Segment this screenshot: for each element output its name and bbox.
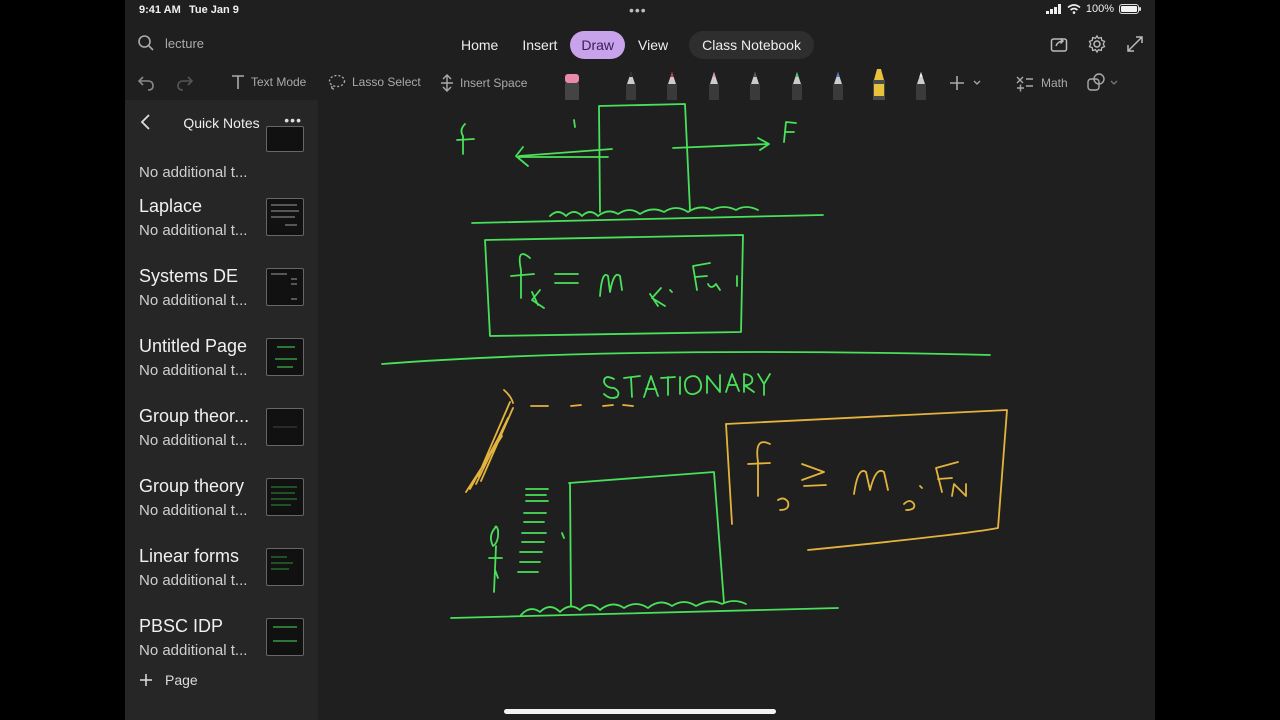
search-icon xyxy=(138,35,154,51)
text-mode-label: Text Mode xyxy=(251,75,307,89)
add-page-label: Page xyxy=(165,672,198,688)
lasso-select-label: Lasso Select xyxy=(352,75,421,89)
page-thumbnail xyxy=(266,268,304,306)
search-query: lecture xyxy=(165,35,205,51)
expand-fullscreen-icon[interactable] xyxy=(1125,34,1145,54)
lasso-icon xyxy=(328,74,346,90)
page-thumbnail xyxy=(266,198,304,236)
ribbon-tabs: Home Insert Draw View Class Notebook xyxy=(450,31,814,59)
math-button[interactable]: Math xyxy=(1015,74,1068,92)
insert-space-icon xyxy=(441,74,453,92)
draw-toolbar: Text Mode Lasso Select Insert Space Math xyxy=(125,66,1155,100)
pen-white-icon[interactable] xyxy=(911,70,931,100)
stationary-heading xyxy=(603,373,771,399)
status-indicators: 100% xyxy=(1045,3,1141,15)
page-title: Systems DE xyxy=(139,266,239,286)
page-item-pbsc-idp[interactable]: PBSC IDP No additional t... xyxy=(125,604,318,674)
thumbnail-scribble xyxy=(273,626,297,642)
page-title: PBSC IDP xyxy=(139,616,224,636)
static-friction-diagram xyxy=(450,471,839,619)
status-bar: 9:41 AM Tue Jan 9 ••• 100% xyxy=(125,0,1155,22)
page-thumbnail xyxy=(266,548,304,586)
page-item-laplace[interactable]: Laplace No additional t... xyxy=(125,184,318,254)
page-thumbnail xyxy=(266,338,304,376)
page-thumbnail xyxy=(266,408,304,446)
text-mode-button[interactable]: Text Mode xyxy=(231,74,306,90)
thumbnail-scribble xyxy=(273,426,297,428)
page-list-sidebar: Quick Notes ••• No additional t... Lapla… xyxy=(125,100,318,720)
settings-gear-icon[interactable] xyxy=(1087,34,1107,54)
page-title: Laplace xyxy=(139,196,203,216)
page-preview-text: No additional t... xyxy=(139,642,248,659)
tab-draw[interactable]: Draw xyxy=(570,31,626,59)
battery-percent: 100% xyxy=(1085,3,1114,15)
page-item-systems-de[interactable]: Systems DE No additional t... xyxy=(125,254,318,324)
pen-pink-icon[interactable] xyxy=(704,70,724,100)
battery-icon xyxy=(1119,4,1141,14)
thumbnail-scribble xyxy=(271,204,299,226)
tab-insert[interactable]: Insert xyxy=(511,31,568,59)
page-preview-text: No additional t... xyxy=(139,432,248,449)
page-preview-text: No additional t... xyxy=(139,572,248,589)
insert-space-label: Insert Space xyxy=(460,76,528,90)
multitasking-dots-icon[interactable]: ••• xyxy=(629,2,647,18)
page-title: Group theory xyxy=(139,476,245,496)
tab-home[interactable]: Home xyxy=(450,31,509,59)
wifi-icon xyxy=(1067,4,1081,14)
eraser-icon[interactable] xyxy=(562,70,582,100)
math-icon xyxy=(1016,76,1033,92)
thumbnail-scribble xyxy=(271,273,297,300)
page-title: Untitled Page xyxy=(139,336,248,356)
onenote-app-screen: 9:41 AM Tue Jan 9 ••• 100% lecture Home … xyxy=(125,0,1155,720)
thumbnail-scribble xyxy=(275,346,297,368)
status-time: 9:41 AM xyxy=(139,4,181,16)
search-box[interactable]: lecture xyxy=(137,34,204,52)
page-preview-text: No additional t... xyxy=(139,164,248,181)
plus-icon xyxy=(140,674,152,686)
undo-icon[interactable] xyxy=(137,74,155,92)
tab-class-notebook[interactable]: Class Notebook xyxy=(689,31,814,59)
note-canvas[interactable] xyxy=(318,100,1155,720)
pen-red-icon[interactable] xyxy=(662,70,682,100)
pen-gray-icon[interactable] xyxy=(745,70,765,100)
top-right-actions xyxy=(1049,34,1145,54)
math-label: Math xyxy=(1041,76,1068,90)
insert-space-button[interactable]: Insert Space xyxy=(440,74,527,92)
ribbon-tabs-bar: lecture Home Insert Draw View Class Note… xyxy=(125,28,1155,62)
add-page-button[interactable]: Page xyxy=(139,672,198,688)
thumbnail-scribble xyxy=(271,556,293,570)
page-item-group-theory-1[interactable]: Group theor... No additional t... xyxy=(125,394,318,464)
page-thumbnail xyxy=(266,618,304,656)
page-item-untitled[interactable]: Untitled Page No additional t... xyxy=(125,324,318,394)
page-title: Group theor... xyxy=(139,406,250,426)
status-date: Tue Jan 9 xyxy=(189,4,239,16)
redo-icon[interactable] xyxy=(176,74,194,92)
page-preview-text: No additional t... xyxy=(139,502,248,519)
pen-blue-icon[interactable] xyxy=(828,70,848,100)
pen-black-icon[interactable] xyxy=(621,70,641,100)
pen-green-icon[interactable] xyxy=(787,70,807,100)
handwritten-ink xyxy=(381,103,1008,619)
highlighter-yellow-icon[interactable] xyxy=(869,66,889,100)
battery-level-fill xyxy=(1121,6,1137,12)
page-preview-text: No additional t... xyxy=(139,362,248,379)
lasso-select-button[interactable]: Lasso Select xyxy=(328,74,421,90)
page-item-linear-forms[interactable]: Linear forms No additional t... xyxy=(125,534,318,604)
kinetic-friction-diagram xyxy=(381,103,991,365)
page-preview-text: No additional t... xyxy=(139,292,248,309)
add-pen-icon[interactable] xyxy=(949,74,983,92)
share-icon[interactable] xyxy=(1049,34,1069,54)
static-friction-equation xyxy=(465,389,1008,551)
text-cursor-icon xyxy=(232,75,244,89)
home-indicator[interactable] xyxy=(504,709,776,714)
page-thumbnail xyxy=(266,126,304,152)
cellular-signal-icon xyxy=(1045,4,1061,14)
tab-view[interactable]: View xyxy=(627,31,679,59)
page-item-group-theory-2[interactable]: Group theory No additional t... xyxy=(125,464,318,534)
thumbnail-scribble xyxy=(271,486,297,506)
page-title: Linear forms xyxy=(139,546,240,566)
page-thumbnail xyxy=(266,478,304,516)
shapes-icon[interactable] xyxy=(1086,73,1120,93)
page-preview-text: No additional t... xyxy=(139,222,248,239)
